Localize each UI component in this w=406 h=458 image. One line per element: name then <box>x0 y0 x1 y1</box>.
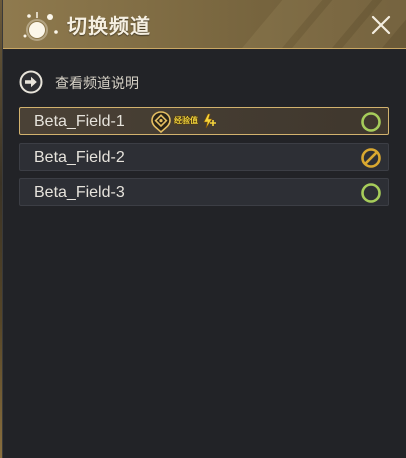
sparkle-orb-icon <box>23 12 58 41</box>
arrow-right-circle-icon <box>19 70 43 94</box>
channel-name: Beta_Field-1 <box>34 113 125 130</box>
channel-row[interactable]: Beta_Field-2 <box>19 143 389 171</box>
channel-info-label: 查看频道说明 <box>55 76 139 92</box>
dialog-title: 切换频道 <box>67 14 151 38</box>
channel-name: Beta_Field-2 <box>34 149 125 166</box>
channel-row[interactable]: Beta_Field-3 <box>19 178 389 206</box>
lightning-plus-icon <box>203 113 216 129</box>
open-circle-icon <box>361 112 381 132</box>
location-pin-icon <box>151 111 171 133</box>
exp-bonus-label: 经验值 <box>174 116 198 125</box>
no-entry-icon <box>361 148 381 168</box>
channel-name: Beta_Field-3 <box>34 184 125 201</box>
open-circle-icon <box>361 183 381 203</box>
channel-switch-dialog: 切换频道 查看频道说明 Beta_Field-1 经验值 Beta_Field-… <box>2 0 406 458</box>
dialog-header: 切换频道 <box>3 0 406 49</box>
close-icon[interactable] <box>369 13 393 37</box>
channel-row[interactable]: Beta_Field-1 经验值 <box>19 107 389 135</box>
